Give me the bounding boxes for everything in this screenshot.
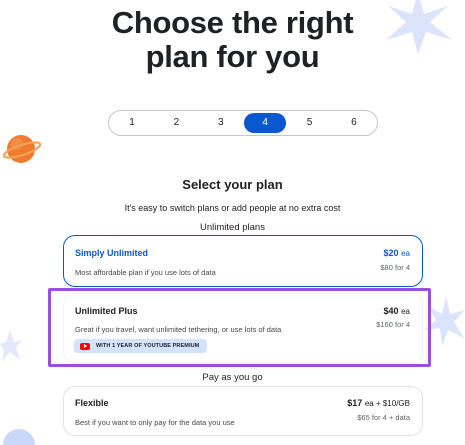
perk-text: WITH 1 YEAR OF YOUTUBE PREMIUM	[96, 343, 200, 349]
line-option-1[interactable]: 1	[111, 113, 153, 133]
section-title: Select your plan	[182, 177, 283, 192]
plan-total: $160 for 4	[376, 320, 410, 329]
line-option-6[interactable]: 6	[333, 113, 375, 133]
plan-description: Best if you want to only pay for the dat…	[75, 418, 235, 427]
page-title: Choose the right plan for you	[111, 5, 354, 74]
star-decoration-icon	[0, 330, 22, 362]
plan-price: $40 ea	[383, 306, 410, 316]
plan-description: Most affordable plan if you use lots of …	[75, 268, 216, 277]
plan-card-flexible[interactable]: Flexible Best if you want to only pay fo…	[63, 386, 423, 436]
line-option-5[interactable]: 5	[289, 113, 331, 133]
plan-description: Great if you travel, want unlimited teth…	[75, 325, 282, 334]
planet-icon	[3, 135, 41, 163]
line-option-3[interactable]: 3	[200, 113, 242, 133]
plan-card-unlimited-plus[interactable]: Unlimited Plus Great if you travel, want…	[63, 293, 423, 363]
plan-total: $80 for 4	[380, 263, 410, 272]
plan-name: Simply Unlimited	[75, 248, 149, 258]
plan-price: $17 ea + $10/GB	[347, 398, 410, 408]
plan-name: Flexible	[75, 398, 109, 408]
group-label-payg: Pay as you go	[202, 372, 263, 383]
plan-name: Unlimited Plus	[75, 306, 138, 316]
plan-price: $20 ea	[383, 248, 410, 258]
planet-decoration-icon	[3, 429, 35, 445]
plan-total: $65 for 4 + data	[357, 413, 410, 422]
plan-card-simply-unlimited[interactable]: Simply Unlimited Most affordable plan if…	[63, 235, 423, 287]
line-option-4-selected[interactable]: 4	[244, 113, 287, 133]
line-count-selector: 1 2 3 4 5 6	[108, 110, 378, 136]
youtube-premium-badge: WITH 1 YEAR OF YOUTUBE PREMIUM	[74, 339, 208, 353]
youtube-icon	[80, 342, 90, 350]
section-subtitle: It's easy to switch plans or add people …	[124, 203, 341, 213]
group-label-unlimited: Unlimited plans	[200, 222, 265, 233]
line-option-2[interactable]: 2	[155, 113, 197, 133]
